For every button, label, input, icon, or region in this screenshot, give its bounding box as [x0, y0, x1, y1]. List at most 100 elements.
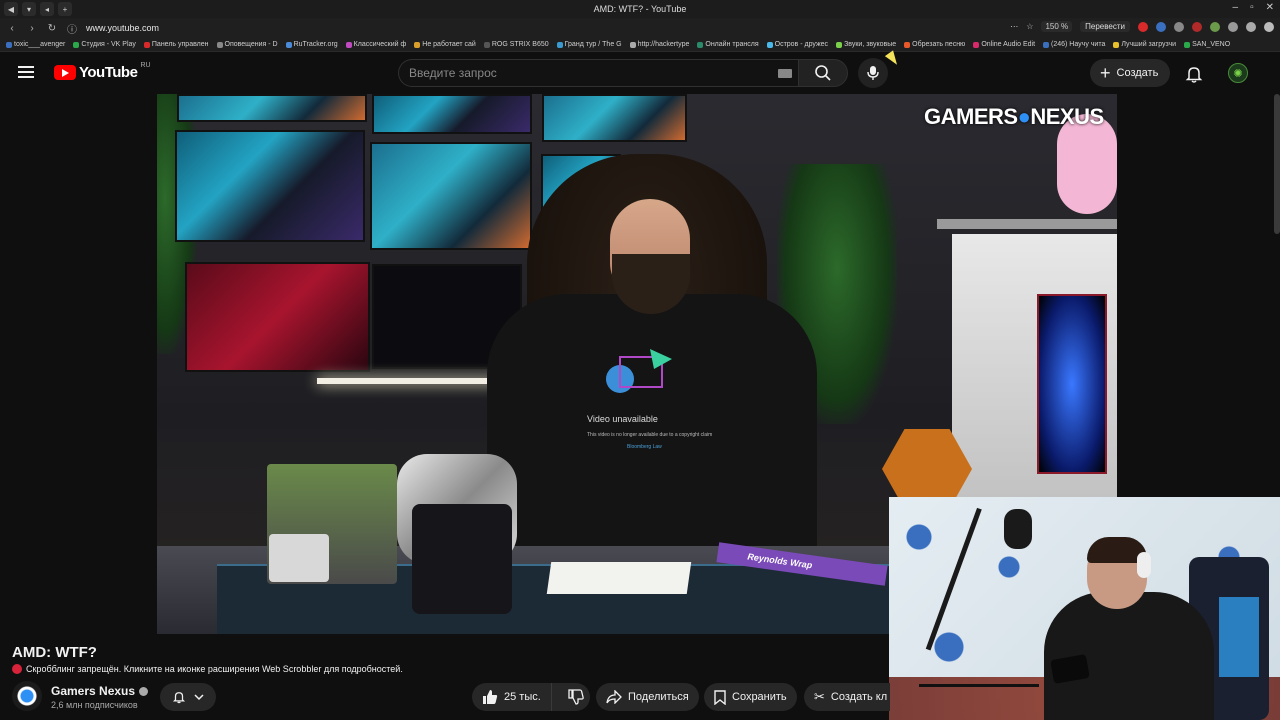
like-dislike-group: 25 тыс.	[472, 683, 590, 711]
video-person-shirt	[487, 294, 817, 554]
download-icon[interactable]	[1246, 21, 1256, 32]
bookmark-label: Оповещения - D	[224, 41, 278, 48]
bookmark-label: http://hackertype	[637, 41, 690, 48]
tab-audio-icon[interactable]: ◀	[4, 2, 18, 16]
bookmark-item[interactable]: ROG STRIX B650	[483, 41, 549, 48]
extension-icon-green[interactable]	[1210, 21, 1220, 32]
extension-icon-blue[interactable]	[1156, 21, 1166, 32]
zoom-indicator[interactable]: 150 %	[1041, 21, 1073, 32]
save-button[interactable]: Сохранить	[704, 683, 797, 711]
video-monitor	[372, 94, 532, 134]
keyboard-icon[interactable]	[778, 69, 792, 78]
bookmark-item[interactable]: RuTracker.org	[285, 41, 338, 48]
bookmark-item[interactable]: SAN_VENO	[1184, 41, 1230, 48]
active-tab[interactable]: ◂	[40, 2, 54, 16]
profile-icon[interactable]	[1264, 21, 1274, 32]
bookmark-icon[interactable]: ☆	[1026, 22, 1033, 31]
extension-icon-red[interactable]	[1138, 21, 1148, 32]
bookmark-favicon-icon	[1184, 41, 1191, 48]
bookmark-favicon-icon	[285, 41, 292, 48]
bookmark-label: Студия - VK Play	[81, 41, 136, 48]
search-input[interactable]	[399, 60, 739, 86]
webcam-headphones	[1137, 552, 1151, 578]
menu-icon[interactable]	[18, 66, 34, 78]
extension-icon-light[interactable]	[1228, 21, 1238, 32]
clip-label: Создать кл	[830, 691, 888, 703]
channel-avatar[interactable]	[12, 681, 42, 711]
tab-list-icon[interactable]: ▾	[22, 2, 36, 16]
bell-icon	[172, 692, 186, 704]
like-button[interactable]: 25 тыс.	[472, 683, 552, 711]
bookmark-item[interactable]: Классический ф	[345, 41, 406, 48]
forward-icon[interactable]: ›	[24, 23, 40, 34]
bookmark-item[interactable]: Не работает сай	[414, 41, 476, 48]
bookmark-item[interactable]: Панель управлен	[143, 41, 209, 48]
bookmark-item[interactable]: (246) Научу чита	[1043, 41, 1105, 48]
like-count: 25 тыс.	[504, 691, 541, 703]
page-scrollbar[interactable]	[1274, 94, 1280, 234]
bookmarks-bar: toxic___avenger Студия - VK Play Панель уп…	[0, 38, 1280, 52]
shirt-text: Video unavailable	[587, 414, 658, 424]
share-icon	[606, 690, 622, 704]
save-label: Сохранить	[732, 691, 787, 703]
bookmark-item[interactable]: Обрезать песню	[904, 41, 965, 48]
maximize-icon[interactable]: ▫	[1250, 2, 1254, 13]
bookmark-item[interactable]: Оповещения - D	[216, 41, 278, 48]
video-black-cube	[412, 504, 512, 614]
bookmark-label: Лучший загрузчи	[1121, 41, 1177, 48]
bookmark-favicon-icon	[143, 41, 150, 48]
browser-titlebar: ◀ ▾ ◂ + AMD: WTF? - YouTube – ▫ ✕	[0, 0, 1280, 18]
bookmark-label: ROG STRIX B650	[491, 41, 549, 48]
clip-button[interactable]: ✂ Создать кл	[804, 683, 890, 711]
translate-button[interactable]: Перевести	[1080, 21, 1130, 32]
bookmark-item[interactable]: Гранд тур / The G	[556, 41, 622, 48]
video-monitor	[542, 94, 687, 142]
address-bar: ‹ › ↻ ⓘ www.youtube.com ⋯ ☆ 150 % Переве…	[0, 18, 1280, 38]
bookmark-item[interactable]: Online Audio Edit	[973, 41, 1035, 48]
url-field[interactable]: www.youtube.com	[86, 23, 159, 33]
close-icon[interactable]: ✕	[1266, 2, 1274, 13]
reload-icon[interactable]: ↻	[44, 23, 60, 34]
create-button[interactable]: + Создать	[1090, 59, 1171, 87]
site-info-icon[interactable]: ⓘ	[64, 21, 80, 36]
extension-icon-dark-red[interactable]	[1192, 21, 1202, 32]
back-icon[interactable]: ‹	[4, 23, 20, 34]
youtube-logo[interactable]: YouTube RU	[54, 62, 151, 81]
bookmark-favicon-icon	[6, 41, 12, 48]
bookmark-favicon-icon	[414, 41, 421, 48]
bookmark-label: toxic___avenger	[14, 41, 66, 48]
more-icon[interactable]: ⋯	[1010, 22, 1018, 31]
search-button[interactable]	[798, 59, 848, 87]
voice-search-button[interactable]	[858, 58, 888, 88]
extension-icon-gray[interactable]	[1174, 21, 1184, 32]
new-tab-button[interactable]: +	[58, 2, 72, 16]
scrobbler-notice: Скробблинг запрещён. Кликните на иконке …	[12, 664, 403, 674]
scissors-icon: ✂	[814, 689, 825, 704]
bookmark-label: Не работает сай	[422, 41, 476, 48]
bookmark-favicon-icon	[904, 41, 911, 48]
bookmark-label: SAN_VENO	[1192, 41, 1231, 48]
dislike-button[interactable]	[558, 683, 590, 711]
bookmark-item[interactable]: Остров - дружес	[766, 41, 828, 48]
bookmark-label: Панель управлен	[151, 41, 209, 48]
subscription-notifications-button[interactable]	[160, 683, 216, 711]
bookmark-item[interactable]: Лучший загрузчи	[1113, 41, 1176, 48]
video-monitor	[370, 142, 532, 250]
notifications-button[interactable]	[1184, 64, 1204, 84]
bookmark-item[interactable]: toxic___avenger	[6, 41, 65, 48]
channel-name[interactable]: Gamers Nexus	[51, 684, 149, 698]
video-paper	[546, 562, 692, 594]
bookmark-item[interactable]: Студия - VK Play	[73, 41, 136, 48]
minimize-icon[interactable]: –	[1233, 2, 1239, 13]
bookmark-favicon-icon	[216, 41, 223, 48]
user-avatar[interactable]: ✺	[1228, 63, 1248, 83]
channel-watermark[interactable]: GAMERS●NEXUS	[924, 104, 1104, 130]
window-title: AMD: WTF? - YouTube	[593, 4, 687, 14]
scrobbler-text: Скробблинг запрещён. Кликните на иконке …	[26, 664, 403, 674]
bookmark-favicon-icon	[766, 41, 773, 48]
share-label: Поделиться	[628, 691, 689, 703]
bookmark-item[interactable]: http://hackertype	[629, 41, 690, 48]
bookmark-item[interactable]: Звуки, звуковые	[836, 41, 896, 48]
share-button[interactable]: Поделиться	[596, 683, 699, 711]
bookmark-item[interactable]: Онлайн трансля	[697, 41, 759, 48]
